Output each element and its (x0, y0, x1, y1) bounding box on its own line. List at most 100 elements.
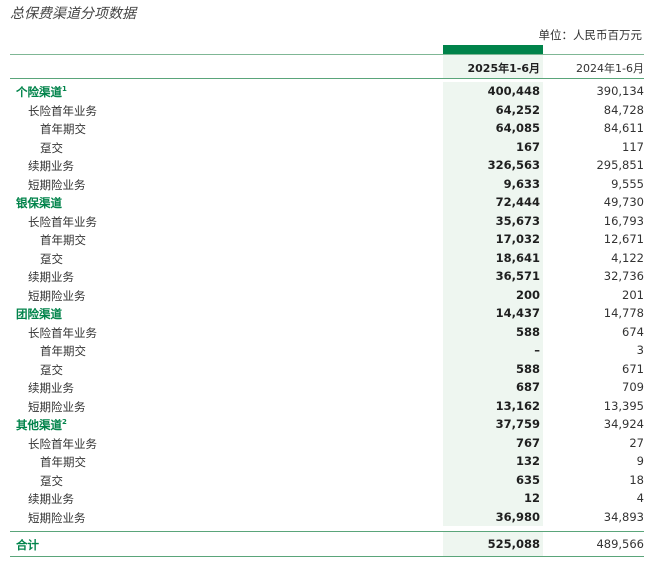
value-2024: 32,736 (603, 269, 644, 283)
row-label-text: 续期业务 (28, 381, 74, 395)
row-label: 银保渠道 (16, 195, 62, 211)
table-row: 趸交 167 117 (10, 137, 644, 156)
row-label-text: 长险首年业务 (28, 436, 97, 451)
row-label: 短期险业务 (28, 288, 86, 304)
table-row: 续期业务 36,571 32,736 (10, 267, 644, 286)
value-2024: 9 (636, 454, 644, 468)
table-row: 首年期交 132 9 (10, 452, 644, 471)
page-title: 总保费渠道分项数据 (10, 6, 136, 22)
value-2025: 326,563 (487, 158, 540, 172)
value-2025: 36,571 (495, 269, 540, 283)
value-2025: 72,444 (495, 195, 540, 209)
row-label: 首年期交 (40, 121, 86, 137)
table-row: 趸交 588 671 (10, 359, 644, 378)
table-row: 短期险业务 36,980 34,893 (10, 507, 644, 526)
row-label-text: 趸交 (40, 473, 63, 488)
value-2025: 400,448 (487, 84, 540, 98)
row-label-text: 趸交 (40, 251, 63, 266)
value-2025: 14,437 (495, 306, 540, 320)
row-label-text: 首年期交 (40, 122, 86, 136)
row-label: 团险渠道 (16, 306, 62, 322)
table-row: 长险首年业务 767 27 (10, 433, 644, 452)
table-row: 首年期交 64,085 84,611 (10, 119, 644, 138)
highlight-column-bar (443, 45, 543, 54)
value-2024: 674 (622, 324, 644, 339)
row-label-text: 首年期交 (40, 344, 86, 358)
table-row: 趸交 635 18 (10, 470, 644, 489)
value-2025: 18,641 (495, 250, 540, 265)
header-top-rule (10, 54, 644, 55)
row-label: 其他渠道2 (16, 417, 67, 433)
row-label-text: 短期险业务 (28, 288, 86, 303)
value-2024: 671 (622, 361, 644, 376)
value-2025: 12 (523, 491, 540, 505)
footnote-marker: 1 (62, 85, 67, 94)
row-label: 趸交 (40, 140, 63, 156)
value-2024: 34,893 (603, 509, 644, 524)
row-label-text: 团险渠道 (16, 307, 62, 321)
value-2024: 12,671 (603, 232, 644, 246)
value-2025: 588 (515, 324, 540, 339)
table-row: 续期业务 12 4 (10, 489, 644, 508)
row-label: 个险渠道1 (16, 84, 67, 100)
row-label: 首年期交 (40, 454, 86, 470)
row-label: 长险首年业务 (28, 103, 97, 119)
value-2025: 167 (515, 139, 540, 154)
value-2025: 37,759 (495, 417, 540, 431)
table-row: 短期险业务 13,162 13,395 (10, 396, 644, 415)
value-2025: 64,085 (495, 121, 540, 135)
row-label: 趸交 (40, 251, 63, 267)
value-2024: 709 (622, 380, 644, 394)
row-label: 续期业务 (28, 158, 74, 174)
row-label-text: 银保渠道 (16, 196, 62, 210)
row-label-text: 长险首年业务 (28, 325, 97, 340)
table-row: 长险首年业务 588 674 (10, 322, 644, 341)
row-label: 趸交 (40, 362, 63, 378)
row-label-text: 首年期交 (40, 455, 86, 469)
row-label-text: 短期险业务 (28, 177, 86, 192)
channel-row: 个险渠道1 400,448 390,134 (10, 82, 644, 101)
value-2025: 13,162 (495, 398, 540, 413)
value-2024: 9,555 (611, 176, 644, 191)
total-value-2024: 489,566 (596, 537, 644, 551)
value-2024: 201 (622, 287, 644, 302)
row-label-text: 个险渠道 (16, 85, 62, 99)
value-2024: 16,793 (603, 213, 644, 228)
value-2025: 9,633 (503, 176, 540, 191)
row-label: 首年期交 (40, 343, 86, 359)
value-2024: 3 (636, 343, 644, 357)
value-2025: 635 (515, 472, 540, 487)
row-label-text: 短期险业务 (28, 510, 86, 525)
value-2025: 35,673 (495, 213, 540, 228)
total-top-rule (10, 531, 644, 532)
row-label-text: 其他渠道 (16, 418, 62, 432)
total-value-2025: 525,088 (487, 537, 540, 551)
value-2024: 27 (629, 435, 644, 450)
row-label-text: 趸交 (40, 362, 63, 377)
row-label: 长险首年业务 (28, 214, 97, 230)
table-row: 趸交 18,641 4,122 (10, 248, 644, 267)
row-label-text: 首年期交 (40, 233, 86, 247)
table-row: 长险首年业务 64,252 84,728 (10, 100, 644, 119)
value-2025: 588 (515, 361, 540, 376)
channel-row: 银保渠道 72,444 49,730 (10, 193, 644, 212)
row-label-text: 短期险业务 (28, 399, 86, 414)
value-2024: 390,134 (596, 84, 644, 98)
row-label: 续期业务 (28, 491, 74, 507)
value-2025: 767 (515, 435, 540, 450)
column-header-2024: 2024年1-6月 (576, 62, 644, 75)
value-2024: 49,730 (603, 195, 644, 209)
total-row: 合计 525,088 489,566 (10, 531, 644, 557)
table-header: 2025年1-6月 2024年1-6月 (10, 54, 644, 79)
table-row: 首年期交 – 3 (10, 341, 644, 360)
value-2024: 84,728 (603, 102, 644, 117)
row-label-text: 长险首年业务 (28, 103, 97, 118)
table-row: 续期业务 687 709 (10, 378, 644, 397)
table-row: 短期险业务 200 201 (10, 285, 644, 304)
value-2025: 132 (515, 454, 540, 468)
column-header-2025: 2025年1-6月 (467, 62, 541, 75)
row-label: 短期险业务 (28, 177, 86, 193)
value-2024: 295,851 (596, 158, 644, 172)
row-label: 长险首年业务 (28, 325, 97, 341)
value-2024: 18 (629, 472, 644, 487)
